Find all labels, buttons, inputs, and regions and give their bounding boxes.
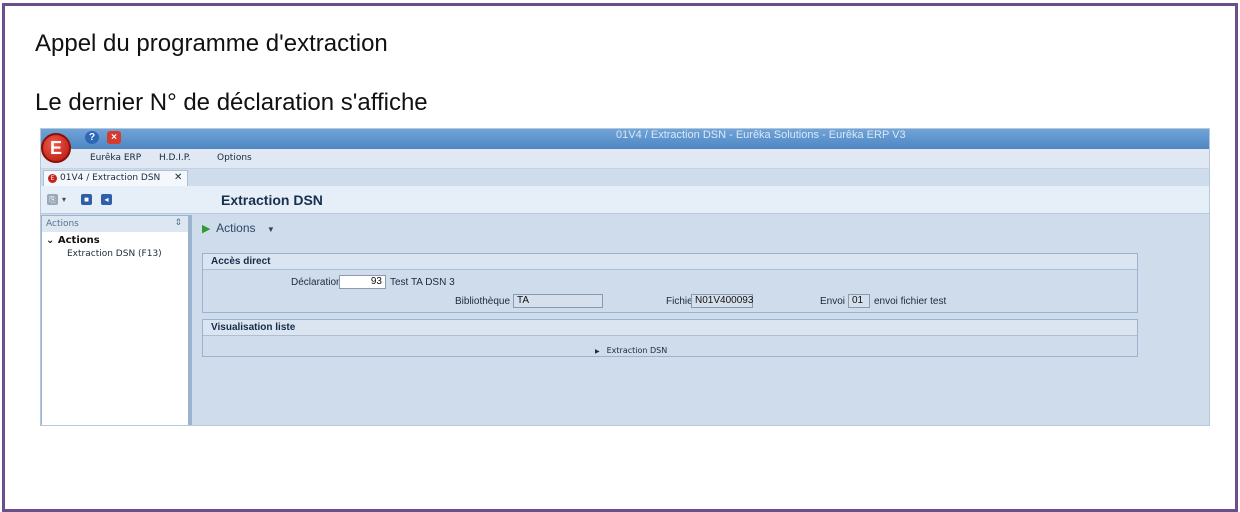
extraction-dsn-link-label: Extraction DSN: [606, 346, 668, 355]
extraction-dsn-link[interactable]: ▶ Extraction DSN: [595, 346, 667, 355]
actions-sidebar: Actions ⇕ ⌄ Actions Extraction DSN (F13): [41, 215, 189, 425]
sidebar-header-label: Actions: [46, 219, 79, 229]
menu-item-hdip[interactable]: H.D.I.P.: [159, 153, 191, 163]
declaration-label: Déclaration: [291, 277, 342, 288]
declaration-field[interactable]: 93: [339, 275, 386, 289]
caption-line1: Appel du programme d'extraction: [35, 30, 388, 57]
sidebar-group-label: Actions: [57, 235, 100, 246]
panel-visualisation-liste: Visualisation liste ▶ Extraction DSN: [202, 319, 1138, 357]
fichier-field: N01V400093: [691, 294, 753, 308]
bibliotheque-label: Bibliothèque: [455, 296, 511, 307]
actions-menu[interactable]: ▶ Actions ▼: [202, 221, 275, 235]
expand-arrow-icon: ▶: [595, 348, 600, 355]
menu-item-eureka-erp[interactable]: Eurêka ERP: [90, 153, 141, 163]
envoi-label: Envoi: [820, 296, 846, 307]
panel-acces-direct: Accès direct Déclaration 93 Test TA DSN …: [202, 253, 1138, 313]
actions-menu-label: Actions: [216, 221, 256, 235]
sidebar-header: Actions ⇕: [42, 216, 188, 232]
tab-label: 01V4 / Extraction DSN: [60, 173, 161, 183]
tab-strip: E 01V4 / Extraction DSN ✕: [41, 169, 1209, 186]
panel-title: Visualisation liste: [203, 320, 1137, 336]
close-icon[interactable]: ×: [107, 131, 121, 144]
envoi-description: envoi fichier test: [874, 296, 947, 307]
window-title: 01V4 / Extraction DSN - Eurêka Solutions…: [616, 129, 906, 141]
chevron-down-icon: ▼: [266, 225, 275, 234]
toolbar: ⎘ ▾ ■ ◂ Extraction DSN: [41, 186, 1209, 214]
save-icon[interactable]: ■: [81, 194, 92, 205]
sidebar-item-extraction-dsn[interactable]: Extraction DSN (F13): [42, 246, 188, 259]
tab-extraction-dsn[interactable]: E 01V4 / Extraction DSN ✕: [43, 170, 188, 186]
play-icon: ▶: [202, 223, 211, 235]
logo-icon[interactable]: E: [41, 133, 71, 163]
main-content: ▶ Actions ▼ Accès direct Déclaration 93 …: [192, 215, 1209, 425]
sidebar-group-actions[interactable]: ⌄ Actions: [42, 232, 188, 246]
declaration-description: Test TA DSN 3: [390, 277, 455, 288]
menu-bar: Eurêka ERP H.D.I.P. Options: [41, 149, 1209, 169]
screen-title: Extraction DSN: [221, 192, 323, 208]
back-icon[interactable]: ◂: [101, 194, 112, 205]
chevron-down-icon[interactable]: ▾: [60, 194, 68, 205]
tab-logo-icon: E: [48, 174, 57, 183]
app-window: ? × 01V4 / Extraction DSN - Eurêka Solut…: [40, 128, 1210, 426]
envoi-field: 01: [848, 294, 870, 308]
tab-close-icon[interactable]: ✕: [174, 172, 182, 183]
expand-icon[interactable]: ⌄: [46, 235, 54, 246]
copy-icon[interactable]: ⎘: [47, 194, 58, 205]
caption-line2: Le dernier N° de déclaration s'affiche: [35, 89, 428, 116]
bibliotheque-field: TA: [513, 294, 603, 308]
panel-title: Accès direct: [203, 254, 1137, 270]
menu-item-options[interactable]: Options: [217, 153, 252, 163]
pin-icon[interactable]: ⇕: [174, 218, 182, 228]
title-bar: ? × 01V4 / Extraction DSN - Eurêka Solut…: [41, 129, 1209, 149]
help-icon[interactable]: ?: [85, 131, 99, 144]
